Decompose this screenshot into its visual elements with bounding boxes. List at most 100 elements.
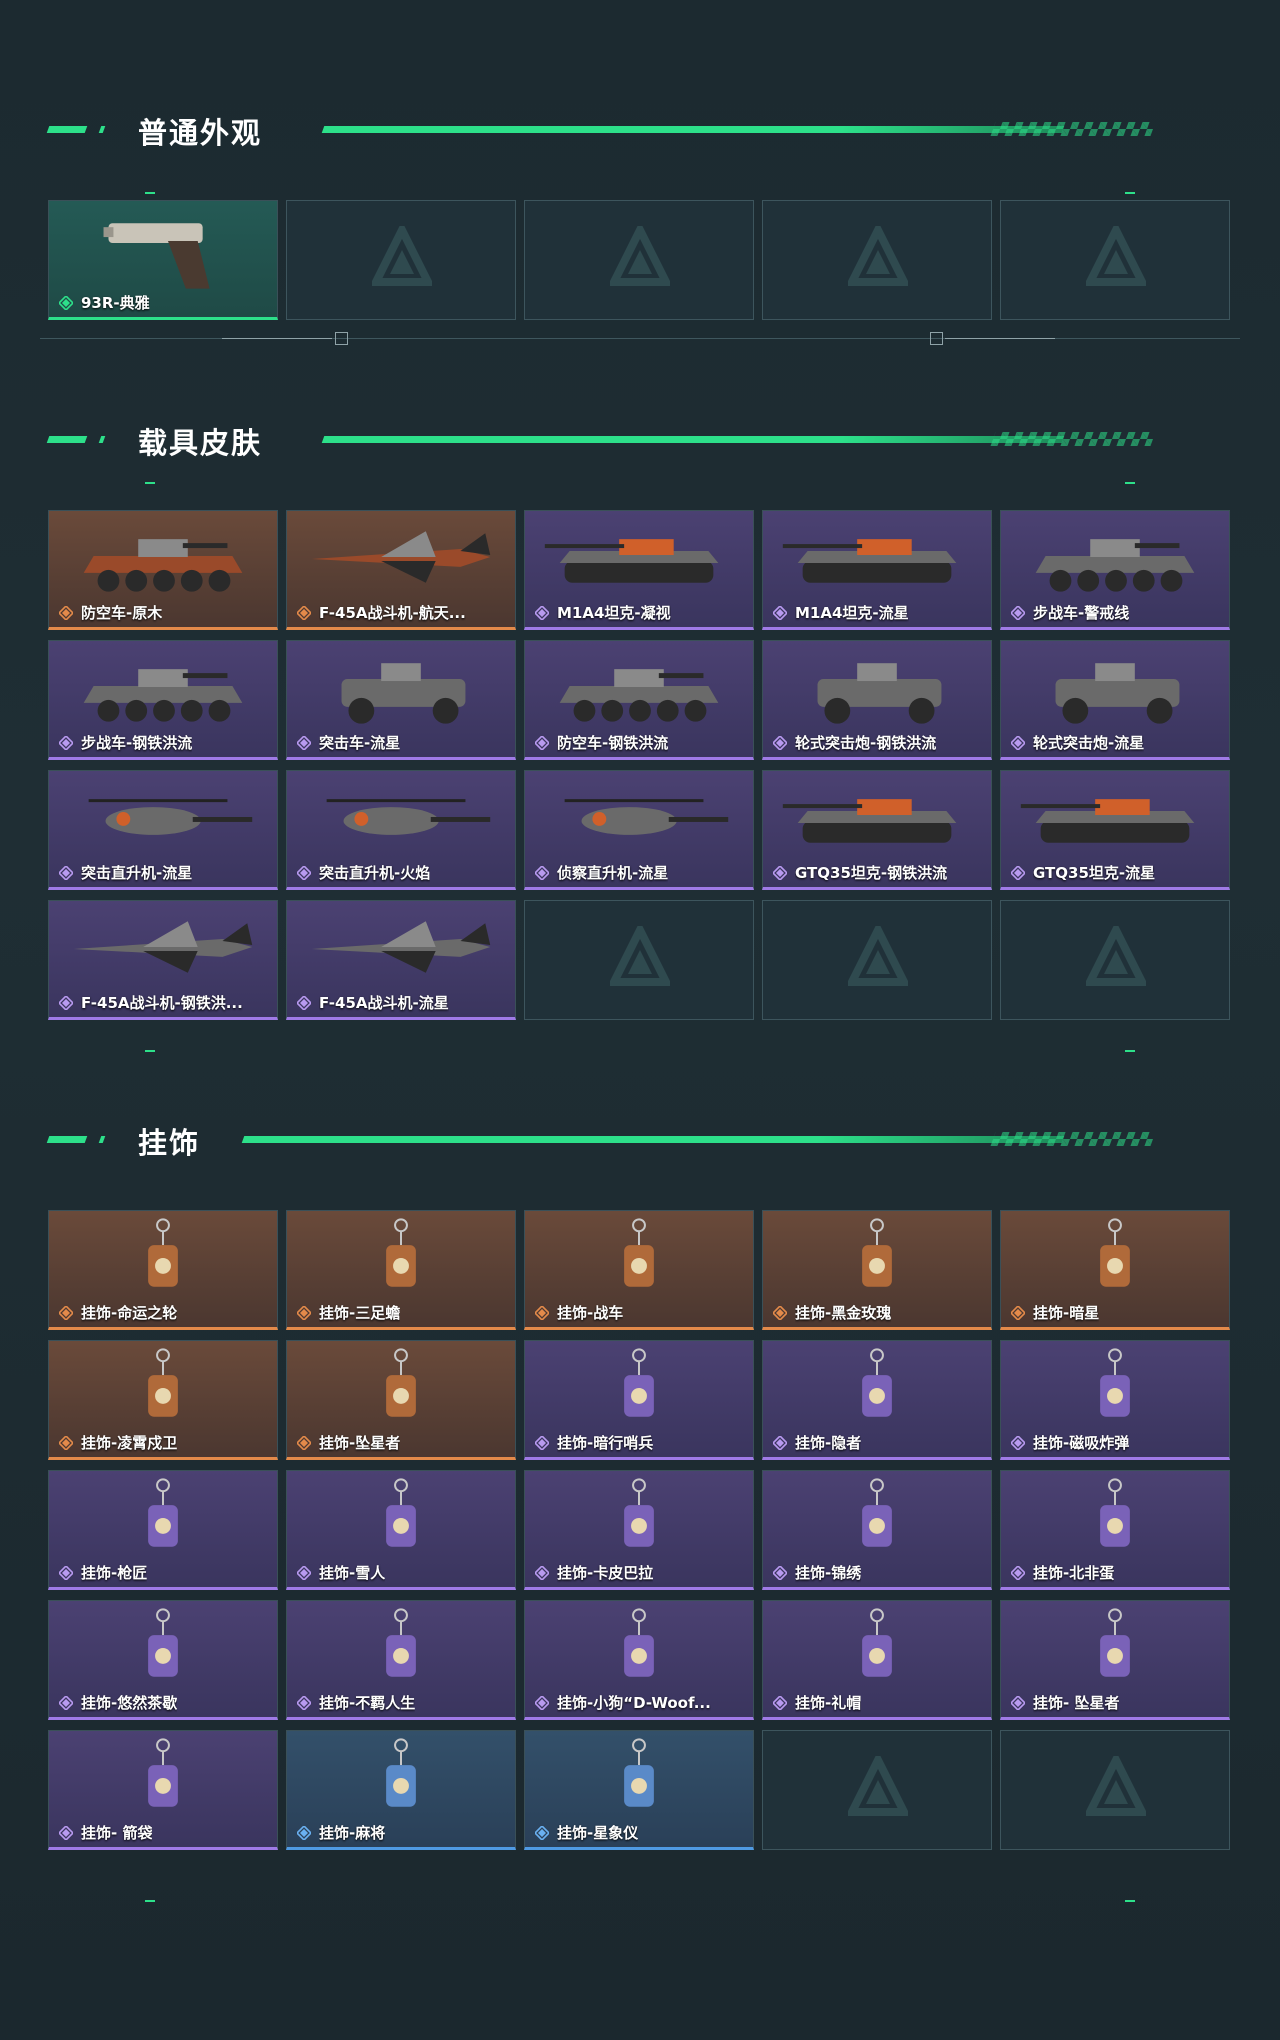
jet-icon	[73, 921, 253, 973]
item-card[interactable]: 93R-典雅	[48, 200, 278, 320]
item-card[interactable]: 轮式突击炮-钢铁洪流	[762, 640, 992, 760]
empty-slot	[762, 1730, 992, 1850]
empty-slot	[524, 900, 754, 1020]
corner-tick	[1125, 1900, 1135, 1902]
item-card[interactable]: GTQ35坦克-钢铁洪流	[762, 770, 992, 890]
item-card[interactable]: 挂饰- 箭袋	[48, 1730, 278, 1850]
item-card[interactable]: 挂饰-凌霄戍卫	[48, 1340, 278, 1460]
item-label: 挂饰-卡皮巴拉	[557, 1564, 654, 1582]
item-card[interactable]: 突击直升机-流星	[48, 770, 278, 890]
pistol-icon	[103, 223, 210, 289]
item-card[interactable]: 挂饰-悠然茶歇	[48, 1600, 278, 1720]
rarity-diamond-icon	[297, 606, 311, 620]
item-card[interactable]: 侦察直升机-流星	[524, 770, 754, 890]
jet-icon	[311, 921, 491, 973]
section-header-charms: 挂饰	[46, 1118, 1228, 1160]
item-card[interactable]: F-45A战斗机-航天...	[286, 510, 516, 630]
item-card[interactable]: 突击车-流星	[286, 640, 516, 760]
item-card[interactable]: 挂饰-命运之轮	[48, 1210, 278, 1330]
charm-icon	[862, 1218, 892, 1287]
item-card[interactable]: 挂饰-枪匠	[48, 1470, 278, 1590]
rarity-diamond-icon	[535, 866, 549, 880]
apc-icon	[83, 539, 243, 592]
item-card[interactable]: 挂饰-战车	[524, 1210, 754, 1330]
item-card[interactable]: 步战车-钢铁洪流	[48, 640, 278, 760]
item-card[interactable]: 挂饰-雪人	[286, 1470, 516, 1590]
item-card[interactable]: 挂饰-卡皮巴拉	[524, 1470, 754, 1590]
header-checker	[990, 122, 1156, 136]
item-card[interactable]: 挂饰-黑金玫瑰	[762, 1210, 992, 1330]
item-card[interactable]: 挂饰-北非蛋	[1000, 1470, 1230, 1590]
rarity-diamond-icon	[59, 1826, 73, 1840]
item-label: 挂饰-三足蟾	[319, 1304, 401, 1322]
item-card[interactable]: M1A4坦克-流星	[762, 510, 992, 630]
item-card[interactable]: 挂饰-隐者	[762, 1340, 992, 1460]
item-card[interactable]: 防空车-钢铁洪流	[524, 640, 754, 760]
item-card[interactable]: 挂饰-三足蟾	[286, 1210, 516, 1330]
charm-icon	[148, 1478, 178, 1547]
watermark-logo-icon	[1086, 226, 1146, 286]
rarity-diamond-icon	[59, 1566, 73, 1580]
tank-icon	[782, 799, 957, 843]
divider-line	[40, 338, 1240, 339]
rarity-diamond-icon	[535, 1566, 549, 1580]
charm-icon	[148, 1738, 178, 1807]
item-label: 步战车-警戒线	[1033, 604, 1130, 622]
item-card[interactable]: 挂饰-坠星者	[286, 1340, 516, 1460]
watermark-logo-icon	[1086, 926, 1146, 986]
rarity-diamond-icon	[59, 296, 73, 310]
rarity-diamond-icon	[773, 1436, 787, 1450]
charm-icon	[624, 1478, 654, 1547]
watermark-logo-icon	[1086, 1756, 1146, 1816]
rarity-diamond-icon	[1011, 1696, 1025, 1710]
truck-icon	[1055, 663, 1180, 724]
watermark-logo-icon	[848, 1756, 908, 1816]
charm-icon	[1100, 1218, 1130, 1287]
corner-tick	[145, 192, 155, 194]
item-card[interactable]: M1A4坦克-凝视	[524, 510, 754, 630]
grid-vehicles: 防空车-原木 F-45A战斗机-航天... M1A4坦克-凝视 M1A4坦克-流星步战…	[48, 510, 1232, 1020]
item-card[interactable]: 挂饰-暗行哨兵	[524, 1340, 754, 1460]
item-label: 轮式突击炮-流星	[1033, 734, 1145, 752]
header-line	[321, 436, 1065, 443]
item-card[interactable]: F-45A战斗机-流星	[286, 900, 516, 1020]
rarity-diamond-icon	[773, 1566, 787, 1580]
charm-icon	[1100, 1348, 1130, 1417]
item-card[interactable]: 挂饰-麻将	[286, 1730, 516, 1850]
item-card[interactable]: 步战车-警戒线	[1000, 510, 1230, 630]
item-card[interactable]: 轮式突击炮-流星	[1000, 640, 1230, 760]
item-card[interactable]: 挂饰-锦绣	[762, 1470, 992, 1590]
item-card[interactable]: 挂饰-磁吸炸弹	[1000, 1340, 1230, 1460]
charm-icon	[862, 1348, 892, 1417]
rarity-diamond-icon	[773, 866, 787, 880]
item-card[interactable]: 挂饰-暗星	[1000, 1210, 1230, 1330]
corner-tick	[145, 1900, 155, 1902]
charm-icon	[1100, 1478, 1130, 1547]
item-card[interactable]: GTQ35坦克-流星	[1000, 770, 1230, 890]
watermark-logo-icon	[372, 226, 432, 286]
header-accent-bar	[46, 436, 88, 443]
rarity-diamond-icon	[773, 736, 787, 750]
rarity-diamond-icon	[297, 1696, 311, 1710]
item-label: 挂饰-小狗“D-Woof...	[557, 1694, 711, 1712]
empty-slot	[524, 200, 754, 320]
rarity-diamond-icon	[59, 1436, 73, 1450]
item-card[interactable]: 挂饰-星象仪	[524, 1730, 754, 1850]
item-label: 挂饰-枪匠	[81, 1564, 148, 1582]
rarity-diamond-icon	[1011, 1436, 1025, 1450]
item-card[interactable]: 挂饰-礼帽	[762, 1600, 992, 1720]
item-card[interactable]: 突击直升机-火焰	[286, 770, 516, 890]
section-header-general: 普通外观	[46, 108, 1228, 150]
item-label: 突击车-流星	[319, 734, 401, 752]
item-label: 93R-典雅	[81, 294, 150, 312]
item-label: 挂饰-锦绣	[795, 1564, 862, 1582]
heli-icon	[88, 799, 253, 835]
item-label: 挂饰-磁吸炸弹	[1033, 1434, 1130, 1452]
item-card[interactable]: 挂饰-不羁人生	[286, 1600, 516, 1720]
item-label: 挂饰- 坠星者	[1033, 1694, 1120, 1712]
item-label: 挂饰-北非蛋	[1033, 1564, 1115, 1582]
item-card[interactable]: 挂饰-小狗“D-Woof...	[524, 1600, 754, 1720]
item-card[interactable]: F-45A战斗机-钢铁洪...	[48, 900, 278, 1020]
item-card[interactable]: 挂饰- 坠星者	[1000, 1600, 1230, 1720]
item-card[interactable]: 防空车-原木	[48, 510, 278, 630]
